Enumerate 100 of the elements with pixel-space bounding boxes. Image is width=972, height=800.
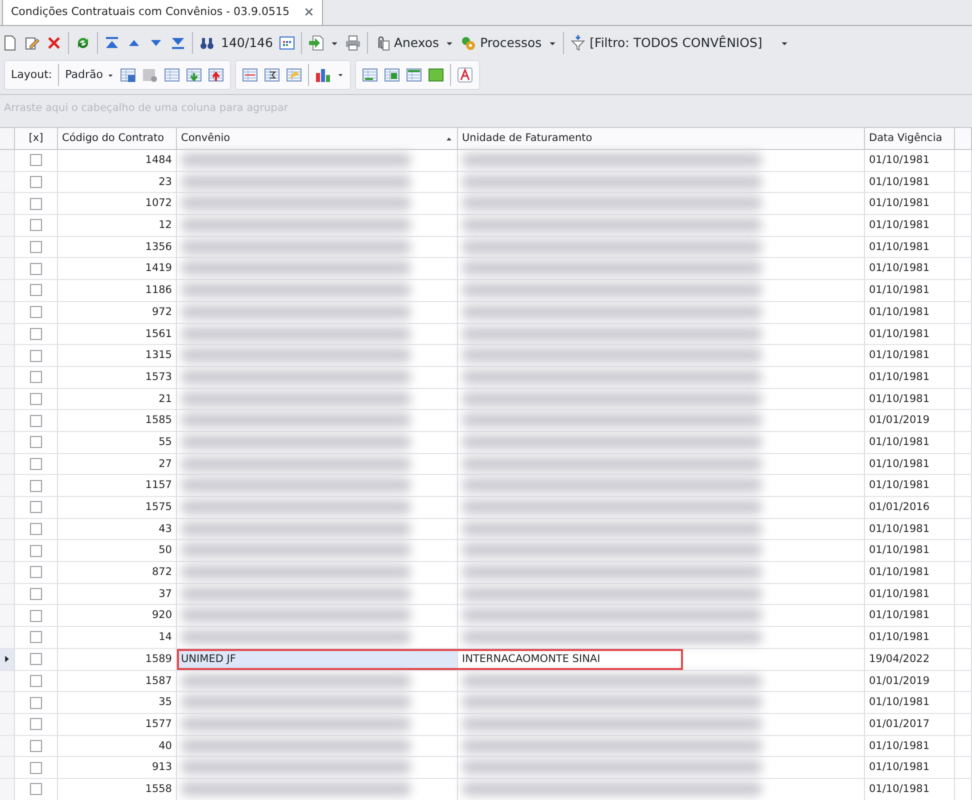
checkbox[interactable]	[30, 544, 42, 557]
table-cell: 01/01/2017	[865, 714, 955, 736]
table-cell: 23	[58, 172, 177, 194]
grid-filler	[955, 540, 972, 562]
checkbox[interactable]	[30, 436, 42, 448]
checkbox[interactable]	[30, 501, 42, 514]
checkbox[interactable]	[30, 740, 42, 752]
checkbox[interactable]	[30, 350, 42, 362]
export-icon[interactable]	[308, 35, 324, 51]
table-cell: 01/10/1981	[865, 324, 955, 346]
bar-chart-icon[interactable]	[314, 67, 331, 83]
checkbox[interactable]	[30, 241, 42, 254]
highlight-icon[interactable]	[286, 67, 302, 83]
grid-layout-icon[interactable]	[164, 67, 180, 83]
import-layout-icon[interactable]	[186, 67, 202, 83]
checkbox[interactable]	[30, 783, 42, 796]
table-cell: 01/10/1981	[865, 627, 955, 649]
table-cell: 01/10/1981	[865, 692, 955, 714]
checkbox[interactable]	[30, 458, 42, 470]
tab-title: Condições Contratuais com Convênios - 03.9.0515	[11, 4, 290, 20]
table-cell: 19/04/2022	[865, 648, 955, 670]
checkbox[interactable]	[30, 414, 42, 427]
font-icon[interactable]	[456, 67, 473, 83]
column-header[interactable]: Código do Contrato	[58, 128, 177, 150]
export-layout-icon[interactable]	[208, 67, 224, 83]
table-cell: 1577	[58, 714, 177, 736]
checkbox[interactable]	[30, 480, 42, 492]
checkbox[interactable]	[30, 566, 42, 578]
checkbox[interactable]	[30, 371, 42, 384]
filter-button[interactable]: [Filtro: TODOS CONVÊNIOS]	[570, 34, 762, 52]
checkbox[interactable]	[30, 219, 42, 232]
column-header[interactable]: Data Vigência	[865, 128, 955, 150]
table-cell: 1186	[58, 280, 177, 302]
checkbox[interactable]	[30, 674, 42, 687]
checkbox[interactable]	[30, 653, 42, 666]
checkbox[interactable]	[30, 198, 42, 210]
table-cell: 12	[58, 215, 177, 237]
table-cell: 01/10/1981	[865, 518, 955, 540]
column-layout-icon[interactable]	[384, 67, 400, 83]
delete-icon[interactable]	[46, 35, 62, 51]
checkbox[interactable]	[30, 306, 42, 318]
caret-icon	[106, 72, 114, 78]
column-header[interactable]: Convênio	[177, 128, 458, 150]
checkbox[interactable]	[30, 718, 42, 730]
column-header[interactable]: [x]	[15, 128, 58, 150]
table-cell: 1585	[58, 410, 177, 432]
table-cell: 01/10/1981	[865, 454, 955, 476]
table-cell: 01/10/1981	[865, 562, 955, 584]
grid-filler	[955, 454, 972, 476]
last-record-icon[interactable]	[170, 35, 186, 51]
edit-icon[interactable]	[24, 35, 40, 51]
grid-filler	[955, 280, 972, 302]
summary-icon[interactable]	[264, 67, 280, 83]
table-cell: 1561	[58, 324, 177, 346]
grid-filler	[955, 388, 972, 410]
checkbox[interactable]	[30, 762, 42, 774]
layout-dropdown[interactable]: Padrão	[65, 66, 114, 84]
checkbox[interactable]	[30, 154, 42, 166]
refresh-icon[interactable]	[75, 35, 91, 51]
document-tab[interactable]: Condições Contratuais com Convênios - 03.9.0515 ×	[2, 0, 324, 25]
grid-filler	[955, 366, 972, 389]
checkbox[interactable]	[30, 523, 42, 536]
table-cell: 01/10/1981	[865, 757, 955, 779]
table-cell: 1419	[58, 258, 177, 280]
close-icon[interactable]: ×	[304, 2, 314, 22]
first-record-icon[interactable]	[104, 35, 120, 51]
checkbox[interactable]	[30, 696, 42, 709]
table-cell: 1587	[58, 670, 177, 692]
grid-filler	[955, 670, 972, 692]
checkbox[interactable]	[30, 631, 42, 644]
table-cell: 1575	[58, 497, 177, 519]
column-header[interactable]: Unidade de Faturamento	[458, 128, 865, 150]
processes-button[interactable]: Processos	[460, 34, 542, 52]
checkbox[interactable]	[30, 284, 42, 296]
table-cell: 01/10/1981	[865, 150, 955, 172]
checkbox[interactable]	[30, 328, 42, 340]
binoculars-icon[interactable]	[199, 35, 215, 51]
checkbox[interactable]	[30, 262, 42, 275]
new-document-icon[interactable]	[2, 35, 18, 51]
table-cell: 35	[58, 692, 177, 714]
filled-grid-icon[interactable]	[428, 67, 444, 83]
group-rows-icon[interactable]	[242, 67, 258, 83]
checkbox[interactable]	[30, 588, 42, 600]
header-layout-icon[interactable]	[406, 67, 422, 83]
table-cell: 14	[58, 627, 177, 649]
table-cell: 55	[58, 432, 177, 454]
grid-filler	[955, 627, 972, 649]
checkbox[interactable]	[30, 392, 42, 405]
footer-layout-icon[interactable]	[362, 67, 378, 83]
table-cell: 01/10/1981	[865, 345, 955, 367]
checkbox[interactable]	[30, 610, 42, 622]
printer-icon[interactable]	[344, 35, 361, 51]
remove-layout-icon[interactable]	[142, 67, 158, 83]
checkbox[interactable]	[30, 176, 42, 188]
row-indicator[interactable]	[0, 648, 15, 670]
save-layout-icon[interactable]	[120, 67, 136, 83]
table-cell: 01/10/1981	[865, 172, 955, 194]
grid-filler	[955, 410, 972, 432]
calendar-grid-icon[interactable]	[278, 35, 295, 51]
attachments-button[interactable]: Anexos	[374, 34, 440, 52]
